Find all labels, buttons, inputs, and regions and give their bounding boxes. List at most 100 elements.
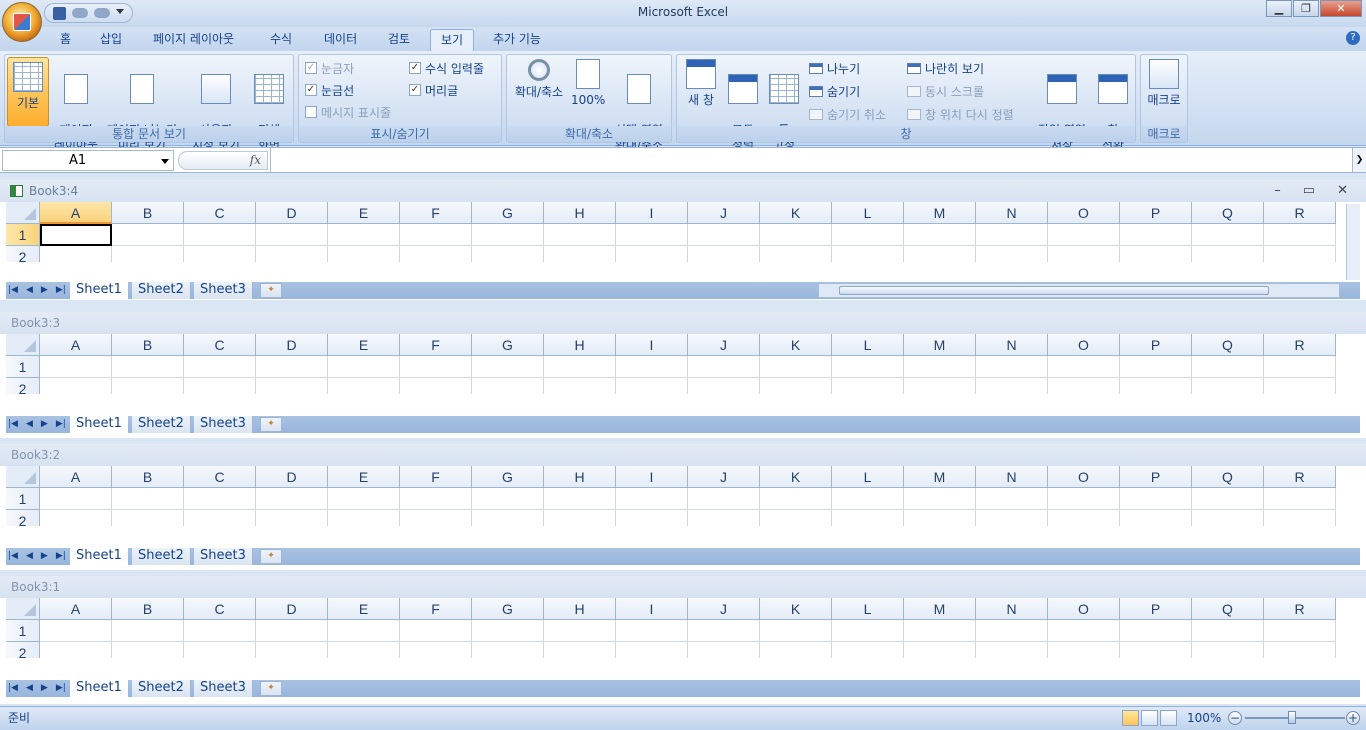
column-header[interactable]: G <box>472 598 544 620</box>
cell[interactable] <box>184 246 256 262</box>
prev-sheet-icon[interactable]: ◀ <box>26 549 33 564</box>
cell[interactable] <box>832 620 904 642</box>
cell[interactable] <box>400 642 472 658</box>
cell[interactable] <box>976 510 1048 526</box>
last-sheet-icon[interactable]: ▶| <box>56 417 66 432</box>
insert-function-button[interactable]: fx <box>178 151 268 170</box>
cell[interactable] <box>328 246 400 262</box>
cell[interactable] <box>544 642 616 658</box>
cell[interactable] <box>616 246 688 262</box>
column-header[interactable]: I <box>616 202 688 224</box>
sheet-tab[interactable]: Sheet2 <box>132 282 191 299</box>
formula-input[interactable] <box>270 148 1352 172</box>
cell[interactable] <box>904 378 976 394</box>
cell[interactable] <box>904 510 976 526</box>
cell[interactable] <box>472 224 544 246</box>
prev-sheet-icon[interactable]: ◀ <box>26 417 33 432</box>
cell[interactable] <box>256 642 328 658</box>
cell[interactable] <box>328 620 400 642</box>
cell[interactable] <box>1192 488 1264 510</box>
cell[interactable] <box>328 378 400 394</box>
cell[interactable] <box>112 488 184 510</box>
column-header[interactable]: R <box>1264 334 1336 356</box>
column-header[interactable]: J <box>688 334 760 356</box>
column-header[interactable]: O <box>1048 598 1120 620</box>
cell[interactable] <box>1120 642 1192 658</box>
wb-restore-icon[interactable]: ▭ <box>1303 180 1315 202</box>
page-layout-shortcut-icon[interactable] <box>1141 710 1158 726</box>
column-header[interactable]: N <box>976 466 1048 488</box>
column-header[interactable]: H <box>544 334 616 356</box>
column-header[interactable]: O <box>1048 466 1120 488</box>
cell[interactable] <box>760 224 832 246</box>
select-all-button[interactable] <box>6 202 40 224</box>
page-break-shortcut-icon[interactable] <box>1160 710 1177 726</box>
cell[interactable] <box>328 510 400 526</box>
column-header[interactable]: Q <box>1192 598 1264 620</box>
minimize-button[interactable]: ▁ <box>1266 0 1292 17</box>
cell[interactable] <box>256 620 328 642</box>
cell[interactable] <box>688 642 760 658</box>
cell[interactable] <box>400 246 472 262</box>
column-header[interactable]: H <box>544 466 616 488</box>
cell[interactable] <box>472 246 544 262</box>
cell[interactable] <box>832 488 904 510</box>
cell[interactable] <box>616 488 688 510</box>
message-bar-checkbox[interactable]: 메시지 표시줄 <box>305 103 391 121</box>
column-header[interactable]: E <box>328 466 400 488</box>
cell[interactable] <box>1192 510 1264 526</box>
column-header[interactable]: K <box>760 598 832 620</box>
cell[interactable] <box>256 356 328 378</box>
cell[interactable] <box>688 356 760 378</box>
zoom-level[interactable]: 100% <box>1187 707 1221 729</box>
column-header[interactable]: N <box>976 334 1048 356</box>
cell[interactable] <box>40 224 112 246</box>
ruler-checkbox[interactable]: ✓ 눈금자 <box>305 59 354 77</box>
column-header[interactable]: L <box>832 334 904 356</box>
cell[interactable] <box>904 246 976 262</box>
tab-formulas[interactable]: 수식 <box>260 29 302 51</box>
cell[interactable] <box>976 224 1048 246</box>
cell[interactable] <box>904 642 976 658</box>
cell[interactable] <box>472 642 544 658</box>
cell[interactable] <box>1264 224 1336 246</box>
cell[interactable] <box>544 510 616 526</box>
cell[interactable] <box>1048 246 1120 262</box>
tab-page-layout[interactable]: 페이지 레이아웃 <box>143 29 244 51</box>
tab-review[interactable]: 검토 <box>378 29 420 51</box>
vertical-scrollbar[interactable] <box>1346 204 1360 280</box>
cell[interactable] <box>616 620 688 642</box>
cell[interactable] <box>328 642 400 658</box>
cell[interactable] <box>1264 510 1336 526</box>
row-header[interactable]: 2 <box>6 246 40 262</box>
first-sheet-icon[interactable]: |◀ <box>8 283 18 298</box>
horizontal-scrollbar[interactable] <box>818 283 1340 298</box>
cell[interactable] <box>1264 356 1336 378</box>
cell[interactable] <box>544 356 616 378</box>
cell[interactable] <box>616 378 688 394</box>
column-header[interactable]: M <box>904 202 976 224</box>
cell[interactable] <box>688 620 760 642</box>
row-header[interactable]: 1 <box>6 620 40 642</box>
cell[interactable] <box>472 510 544 526</box>
select-all-button[interactable] <box>6 466 40 488</box>
column-header[interactable]: H <box>544 598 616 620</box>
cell[interactable] <box>1264 620 1336 642</box>
cell[interactable] <box>544 488 616 510</box>
cell[interactable] <box>688 510 760 526</box>
cell[interactable] <box>688 246 760 262</box>
cell[interactable] <box>400 488 472 510</box>
column-header[interactable]: P <box>1120 598 1192 620</box>
select-all-button[interactable] <box>6 598 40 620</box>
cell[interactable] <box>1048 224 1120 246</box>
cell[interactable] <box>616 510 688 526</box>
cell[interactable] <box>1264 642 1336 658</box>
new-window-button[interactable]: 새 창 <box>681 57 721 108</box>
cell[interactable] <box>40 488 112 510</box>
sheet-tab[interactable]: Sheet3 <box>194 416 253 433</box>
zoom-in-button[interactable]: + <box>1346 711 1360 725</box>
last-sheet-icon[interactable]: ▶| <box>56 283 66 298</box>
cell[interactable] <box>976 356 1048 378</box>
tab-home[interactable]: 홈 <box>50 29 81 51</box>
side-by-side-button[interactable]: 나란히 보기 <box>907 59 984 77</box>
